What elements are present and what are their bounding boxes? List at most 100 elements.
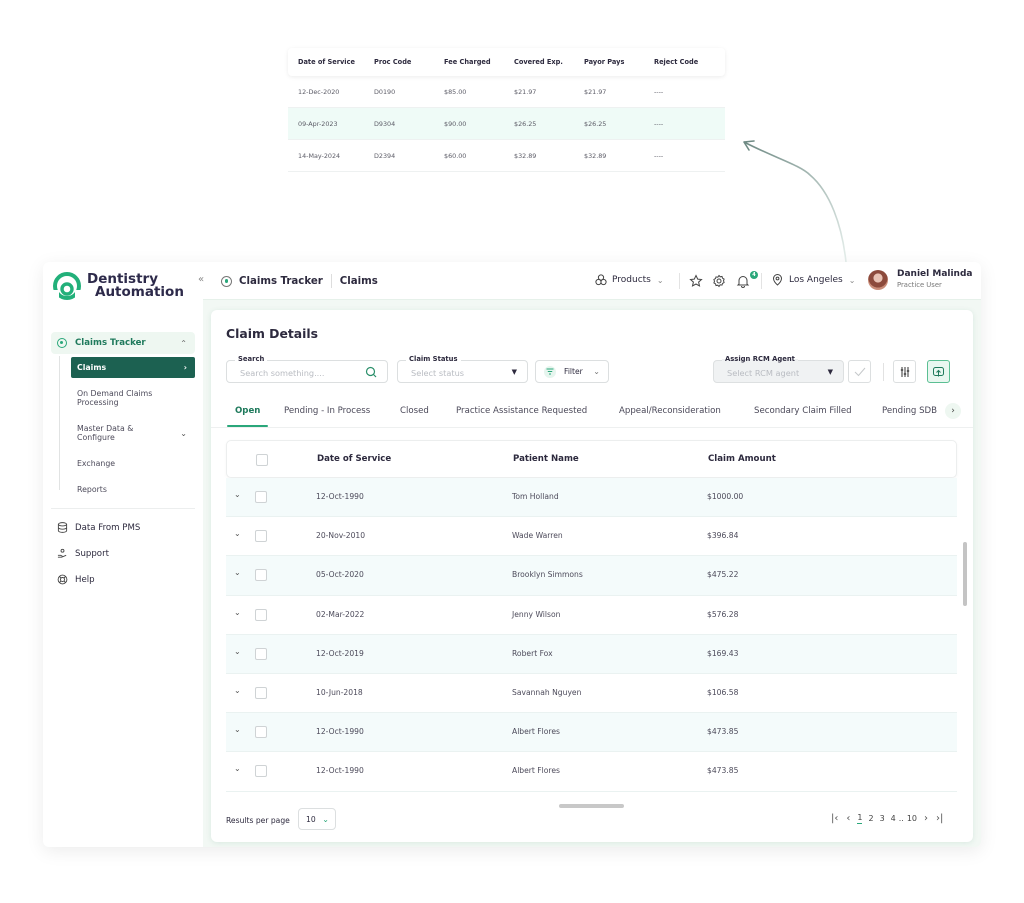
gear-icon[interactable] (712, 274, 726, 288)
cell-date-of-service: 12-Oct-1990 (316, 766, 364, 776)
sidebar-item-on-demand-claims[interactable]: On Demand Claims Processing (71, 389, 195, 407)
avatar[interactable] (868, 270, 888, 290)
toolbar-divider (883, 363, 884, 381)
row-checkbox[interactable] (255, 686, 267, 699)
collapse-sidebar-button[interactable]: « (193, 272, 209, 288)
location-selector[interactable]: Los Angeles ⌄ (772, 274, 855, 286)
claim-row[interactable]: ⌄ 02-Mar-2022 Jenny Wilson $576.28 (226, 596, 957, 635)
results-per-page-select[interactable]: 10 ⌄ (298, 808, 336, 830)
line-item-row: 14-May-2024 D2394 $60.00 $32.89 $32.89 -… (288, 140, 725, 172)
expand-row-chevron-icon[interactable]: ⌄ (234, 725, 241, 734)
horizontal-scrollbar[interactable] (559, 804, 624, 808)
header-patient-name[interactable]: Patient Name (513, 454, 579, 464)
claim-row[interactable]: ⌄ 05-Oct-2020 Brooklyn Simmons $475.22 (226, 556, 957, 596)
row-checkbox[interactable] (255, 608, 267, 621)
expand-row-chevron-icon[interactable]: ⌄ (234, 647, 241, 656)
filter-button[interactable]: Filter ⌄ (535, 360, 609, 383)
sidebar-item-reports[interactable]: Reports (71, 485, 195, 494)
assign-rcm-agent-select[interactable]: Assign RCM Agent Select RCM agent ▼ (713, 355, 844, 383)
sidebar-link-help[interactable]: Help (57, 574, 95, 585)
sidebar-item-label: On Demand Claims Processing (77, 389, 153, 407)
tab-secondary-claim-filled[interactable]: Secondary Claim Filled (754, 406, 852, 416)
tab-pending-sdb[interactable]: Pending SDB (882, 406, 937, 416)
header-divider (679, 273, 680, 289)
claim-status-select[interactable]: Claim Status Select status ▼ (397, 355, 528, 383)
claim-row[interactable]: ⌄ 12-Oct-2019 Robert Fox $169.43 (226, 634, 957, 674)
expand-row-chevron-icon[interactable]: ⌄ (234, 568, 241, 577)
tab-closed[interactable]: Closed (400, 406, 429, 416)
sidebar-link-data-from-pms[interactable]: Data From PMS (57, 522, 140, 533)
search-placeholder: Search something.... (240, 368, 325, 378)
expand-row-chevron-icon[interactable]: ⌄ (234, 686, 241, 695)
expand-row-chevron-icon[interactable]: ⌄ (234, 490, 241, 499)
cell-payor: $32.89 (584, 151, 607, 160)
bell-icon[interactable] (736, 274, 750, 288)
page-1[interactable]: 1 (857, 813, 863, 824)
header-payor-pays: Payor Pays (584, 58, 625, 66)
header-claim-amount[interactable]: Claim Amount (708, 454, 776, 464)
previous-page-icon[interactable]: ‹ (846, 813, 850, 824)
tab-open[interactable]: Open (235, 406, 260, 416)
claim-row[interactable]: ⌄ 12-Oct-1990 Tom Holland $1000.00 (226, 478, 957, 518)
sidebar-link-label: Help (75, 574, 95, 585)
breadcrumb-separator (330, 274, 332, 288)
search-input[interactable]: Search Search something.... (226, 355, 388, 383)
chevron-up-icon: ⌃ (180, 338, 187, 348)
row-checkbox[interactable] (255, 569, 267, 582)
select-all-checkbox[interactable] (256, 454, 268, 466)
breadcrumb-claims-tracker[interactable]: Claims Tracker (239, 276, 323, 287)
user-profile[interactable]: Daniel Malinda Practice User (897, 269, 972, 289)
chevron-right-icon: › (951, 406, 955, 416)
row-checkbox[interactable] (255, 765, 267, 778)
sidebar-item-claims[interactable]: Claims › (71, 357, 195, 378)
tabs-scroll-right-button[interactable]: › (945, 403, 961, 419)
row-checkbox[interactable] (255, 530, 267, 543)
row-checkbox[interactable] (255, 726, 267, 739)
header-date-of-service[interactable]: Date of Service (317, 454, 391, 464)
search-icon[interactable] (365, 366, 377, 378)
column-settings-button[interactable] (893, 360, 916, 383)
tab-appeal-reconsideration[interactable]: Appeal/Reconsideration (619, 406, 721, 416)
cell-fee: $60.00 (444, 151, 467, 160)
results-per-page-label: Results per page (226, 816, 290, 825)
sidebar-link-support[interactable]: Support (57, 548, 109, 559)
first-page-icon[interactable]: |‹ (831, 813, 838, 824)
tab-practice-assistance-requested[interactable]: Practice Assistance Requested (456, 406, 587, 416)
app-window: Dentistry Automation Claims Tracker ⌃ Cl… (43, 262, 981, 847)
header-proc-code: Proc Code (374, 58, 412, 66)
claim-row[interactable]: ⌄ 12-Oct-1990 Albert Flores $473.85 (226, 752, 957, 792)
sidebar-link-label: Support (75, 548, 109, 559)
expand-row-chevron-icon[interactable]: ⌄ (234, 608, 241, 617)
vertical-scrollbar[interactable] (963, 542, 967, 606)
confirm-assign-button[interactable] (848, 360, 871, 383)
next-page-icon[interactable]: › (924, 813, 928, 824)
chevron-down-icon: ⌄ (593, 367, 600, 376)
chevron-down-icon: ⌄ (322, 814, 329, 824)
tab-pending-in-process[interactable]: Pending - In Process (284, 406, 370, 416)
claim-status-tabs: Open Pending - In Process Closed Practic… (211, 398, 973, 428)
row-checkbox[interactable] (255, 647, 267, 660)
filter-icon (544, 365, 556, 378)
line-item-row: 09-Apr-2023 D9304 $90.00 $26.25 $26.25 -… (288, 108, 725, 140)
star-icon[interactable] (689, 274, 703, 288)
cell-proc-code: D0190 (374, 87, 396, 96)
page-last[interactable]: 10 (907, 814, 917, 823)
cell-claim-amount: $169.43 (707, 648, 739, 658)
sidebar-item-exchange[interactable]: Exchange (71, 459, 195, 468)
expand-row-chevron-icon[interactable]: ⌄ (234, 764, 241, 773)
sidebar-group-claims-tracker[interactable]: Claims Tracker ⌃ (51, 332, 195, 354)
expand-row-chevron-icon[interactable]: ⌄ (234, 529, 241, 538)
row-checkbox[interactable] (255, 491, 267, 503)
claim-row[interactable]: ⌄ 20-Nov-2010 Wade Warren $396.84 (226, 517, 957, 557)
page-2[interactable]: 2 (868, 814, 873, 823)
last-page-icon[interactable]: ›| (936, 813, 943, 824)
claim-row[interactable]: ⌄ 10-Jun-2018 Savannah Nguyen $106.58 (226, 674, 957, 714)
claim-row[interactable]: ⌄ 12-Oct-1990 Albert Flores $473.85 (226, 713, 957, 753)
products-menu[interactable]: Products ⌄ (595, 274, 664, 286)
page-4[interactable]: 4 (891, 814, 896, 823)
upload-button[interactable] (927, 360, 950, 383)
sidebar-item-master-data[interactable]: Master Data & Configure ⌄ (71, 424, 195, 442)
page-3[interactable]: 3 (880, 814, 885, 823)
cell-claim-amount: $396.84 (707, 531, 739, 541)
location-label: Los Angeles (789, 275, 843, 285)
